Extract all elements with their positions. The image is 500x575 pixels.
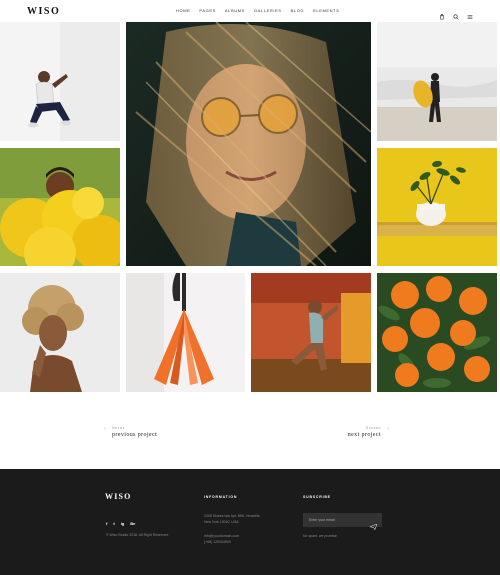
information-heading: INFORMATION	[204, 495, 238, 499]
site-header: WISO HOME PAGES ALBUMS GALLERIES BLOG EL…	[0, 0, 500, 22]
arrow-left-icon: ‹	[104, 426, 106, 432]
gallery-tile-oranges[interactable]	[377, 273, 497, 392]
subscribe-heading: SUBSCRIBE	[303, 495, 331, 499]
nav-blog[interactable]: BLOG	[291, 8, 305, 13]
previous-project-subtitle: Nexus	[112, 426, 125, 430]
contact-phone[interactable]: (+68) 120034509	[204, 540, 231, 545]
instagram-icon[interactable]: ig	[121, 521, 125, 526]
search-icon[interactable]	[453, 7, 459, 20]
send-icon[interactable]	[369, 517, 378, 531]
menu-icon[interactable]	[467, 7, 473, 19]
social-links: f t ig Be	[106, 521, 135, 526]
site-logo[interactable]: WISO	[27, 6, 60, 17]
header-icons	[439, 7, 473, 20]
nav-pages[interactable]: PAGES	[199, 8, 216, 13]
main-nav: HOME PAGES ALBUMS GALLERIES BLOG ELEMENT…	[176, 8, 340, 13]
footer-logo[interactable]: WISO	[105, 492, 132, 501]
previous-project-label[interactable]: previous project	[112, 432, 157, 438]
gallery-tile-curly-hair[interactable]	[0, 273, 120, 392]
email-input[interactable]	[303, 513, 367, 527]
nav-home[interactable]: HOME	[176, 8, 190, 13]
nav-albums[interactable]: ALBUMS	[225, 8, 245, 13]
gallery-tile-swimsuit[interactable]	[251, 273, 371, 392]
subscribe-form	[303, 513, 382, 531]
gallery-tile-yellow-smoke[interactable]	[0, 148, 120, 266]
cart-icon[interactable]	[439, 7, 445, 20]
gallery-tile-umbrella[interactable]	[126, 273, 245, 392]
gallery-tile-plant[interactable]	[377, 148, 497, 266]
nav-elements[interactable]: ELEMENTS	[313, 8, 339, 13]
behance-icon[interactable]: Be	[130, 521, 135, 526]
spam-note: No spam, we promise	[303, 534, 337, 538]
contact-email[interactable]: info@yourdomain.com	[204, 534, 239, 539]
copyright-text: © Wiso Studio 2018. All Right Reserved.	[106, 533, 169, 537]
next-project-link[interactable]: › Scusso next project	[348, 426, 389, 438]
gallery-tile-person-sitting[interactable]	[0, 22, 120, 141]
facebook-icon[interactable]: f	[106, 521, 107, 526]
previous-project-link[interactable]: ‹ Nexus previous project	[104, 426, 157, 438]
gallery-tile-surfer[interactable]	[377, 22, 497, 141]
next-project-subtitle: Scusso	[365, 426, 381, 430]
next-project-label[interactable]: next project	[348, 432, 381, 438]
nav-galleries[interactable]: GALLERIES	[254, 8, 282, 13]
address-line-1: 2005 Stokes Isle Apt. 896, Venaville,	[204, 514, 261, 518]
arrow-right-icon: ›	[387, 426, 389, 432]
gallery-tile-woman-sunglasses[interactable]	[126, 22, 371, 266]
twitter-icon[interactable]: t	[113, 521, 114, 526]
site-footer: WISO f t ig Be © Wiso Studio 2018. All R…	[0, 469, 500, 575]
address-line-2: New York 10010, USA	[204, 520, 239, 524]
